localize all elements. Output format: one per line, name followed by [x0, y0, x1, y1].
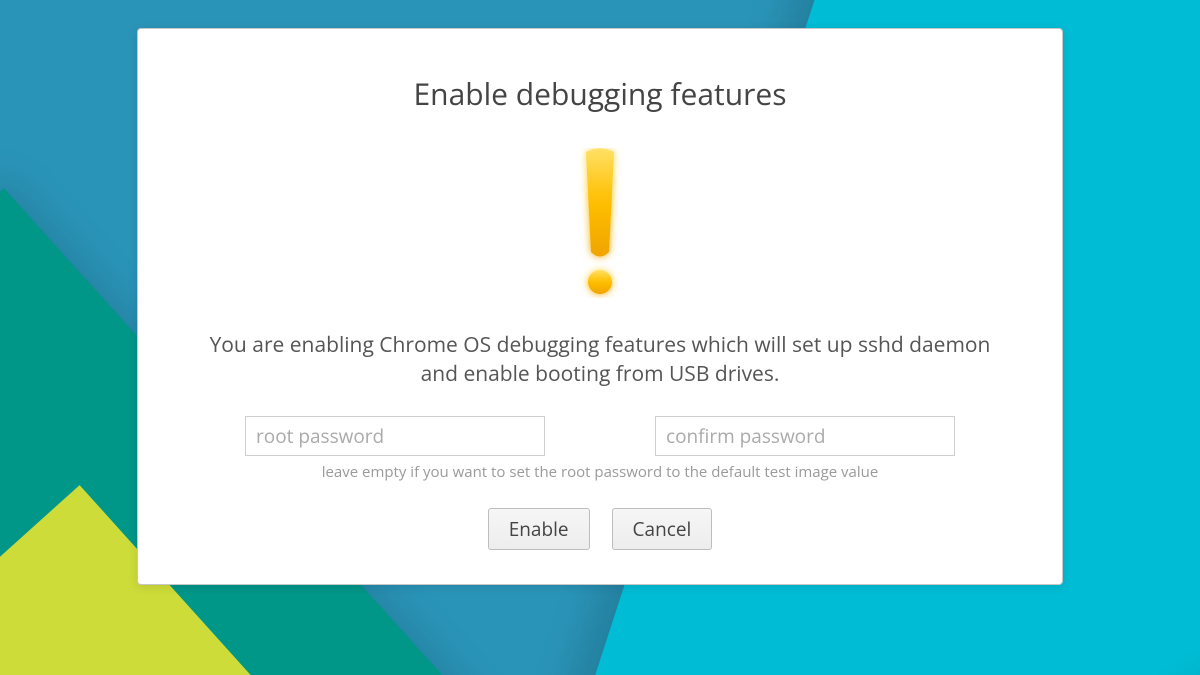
dialog-title: Enable debugging features: [188, 73, 1012, 114]
confirm-password-input[interactable]: [655, 416, 955, 456]
enable-button[interactable]: Enable: [488, 508, 590, 550]
cancel-button[interactable]: Cancel: [612, 508, 713, 550]
root-password-input[interactable]: [245, 416, 545, 456]
enable-debugging-dialog: Enable debugging features: [137, 28, 1063, 585]
warning-icon: [577, 148, 623, 303]
password-hint: leave empty if you want to set the root …: [188, 462, 1012, 482]
password-row: [188, 416, 1012, 456]
dialog-button-row: Enable Cancel: [188, 508, 1012, 550]
dialog-description: You are enabling Chrome OS debugging fea…: [188, 331, 1012, 390]
